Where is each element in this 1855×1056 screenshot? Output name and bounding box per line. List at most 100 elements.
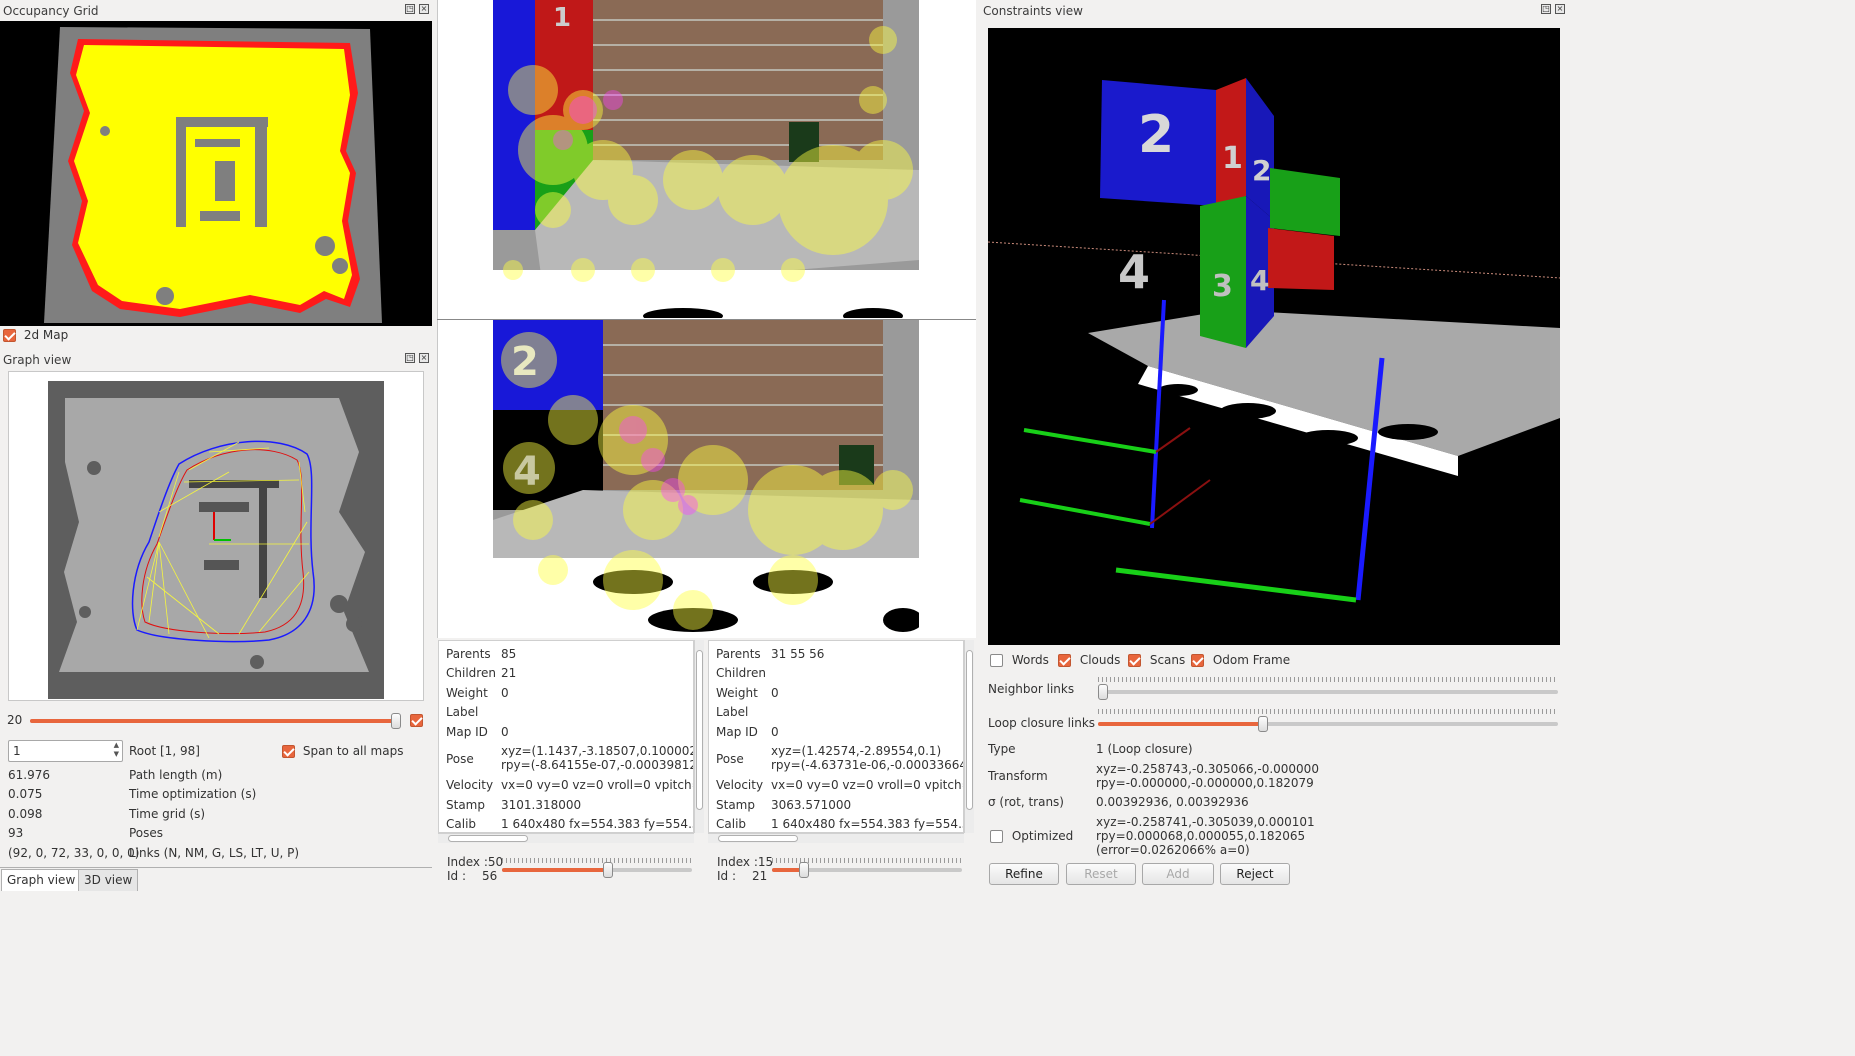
stat-value: 93 — [8, 826, 24, 840]
info-key: Calib — [446, 817, 477, 831]
scene-label: 4 — [1250, 264, 1269, 297]
check-clouds-row[interactable]: Clouds — [1058, 653, 1120, 667]
info-key: Map ID — [716, 725, 758, 739]
loop-closure-links-handle[interactable] — [1258, 716, 1268, 732]
scene-label: 2 — [511, 339, 539, 385]
constraints-3d-canvas[interactable]: 2 1 2 4 3 4 — [988, 28, 1560, 645]
info-value: vx=0 vy=0 vz=0 vroll=0 vpitch=0 v — [501, 778, 693, 792]
stat-value: (92, 0, 72, 33, 0, 0, 0) — [8, 846, 140, 860]
index-value-left: 50 — [487, 855, 504, 869]
float-icon[interactable]: ◳ — [405, 4, 415, 14]
close-icon[interactable]: × — [419, 4, 429, 14]
stat-value: 61.976 — [8, 768, 50, 782]
index-label-right: Index :15 — [717, 855, 774, 869]
occupancy-grid-canvas[interactable] — [0, 21, 432, 326]
neighbor-links-handle[interactable] — [1098, 684, 1108, 700]
map2d-checkbox[interactable] — [3, 329, 16, 342]
graph-spinbox-value: 1 — [13, 744, 21, 758]
words-label: Words — [1011, 653, 1049, 667]
pose-rpy: rpy=(-4.63731e-06,-0.000336644,- — [771, 758, 964, 772]
tab-graph-view[interactable]: Graph view — [1, 869, 82, 891]
constraints-view-title: Constraints view — [983, 4, 1083, 18]
odom-frame-checkbox[interactable] — [1191, 654, 1204, 667]
map2d-checkbox-row[interactable]: 2d Map — [3, 328, 68, 342]
info-key: Children — [716, 666, 766, 680]
span-all-maps-checkbox[interactable] — [282, 745, 295, 758]
image-bottom[interactable]: 2 4 — [493, 320, 919, 638]
scene-label: 4 — [513, 449, 541, 495]
float-icon[interactable]: ◳ — [405, 353, 415, 363]
image-top-scene: 1 — [493, 0, 919, 318]
span-all-maps-row[interactable]: Span to all maps — [282, 744, 403, 758]
info-value: vx=0 vy=0 vz=0 vroll=0 vpitch=0 v — [771, 778, 963, 792]
node-info-left[interactable]: Parents 85 Children 21 Weight 0 Label Ma… — [438, 640, 694, 833]
index-slider-right[interactable] — [772, 858, 962, 878]
reset-button[interactable]: Reset — [1066, 863, 1136, 885]
sigma-value: 0.00392936, 0.00392936 — [1096, 795, 1249, 809]
map2d-label: 2d Map — [23, 328, 69, 342]
optimized-row[interactable]: Optimized — [990, 829, 1073, 843]
info-value: 0 — [771, 725, 779, 739]
scene-label: 1 — [553, 3, 571, 33]
graph-dock-buttons: ◳ × — [405, 353, 429, 363]
refine-button[interactable]: Refine — [989, 863, 1059, 885]
info-left-hscroll[interactable] — [438, 833, 694, 843]
graph-slider-handle[interactable] — [391, 713, 401, 729]
graph-slider-checkbox[interactable] — [410, 713, 423, 727]
clouds-checkbox[interactable] — [1058, 654, 1071, 667]
close-icon[interactable]: × — [419, 353, 429, 363]
graph-slider[interactable] — [30, 713, 401, 729]
info-value: 85 — [501, 647, 517, 661]
image-bottom-scene: 2 4 — [493, 320, 919, 638]
spin-arrows-icon[interactable]: ▲ ▼ — [114, 741, 119, 759]
scene-label: 1 — [1222, 141, 1243, 176]
add-button[interactable]: Add — [1142, 863, 1214, 885]
info-value: 0 — [771, 686, 779, 700]
graph-slider-value: 20 — [7, 713, 23, 727]
root-label: Root [1, 98] — [129, 744, 200, 758]
graph-view-canvas[interactable] — [8, 371, 424, 701]
transform-label: Transform — [988, 769, 1048, 783]
info-right-hscroll[interactable] — [708, 833, 964, 843]
info-key: Label — [446, 705, 479, 719]
image-top[interactable]: 1 — [493, 0, 919, 318]
stat-label: Links (N, NM, G, LS, LT, U, P) — [129, 846, 300, 860]
info-key: Velocity — [716, 778, 764, 792]
info-value: 0 — [501, 725, 509, 739]
check-scans-row[interactable]: Scans — [1128, 653, 1185, 667]
float-icon[interactable]: ◳ — [1541, 4, 1551, 14]
optimized-checkbox[interactable] — [990, 830, 1003, 843]
node-info-right[interactable]: Parents 31 55 56 Children Weight 0 Label… — [708, 640, 964, 833]
check-odom-row[interactable]: Odom Frame — [1191, 653, 1290, 667]
opt-error: (error=0.0262066% a=0) — [1096, 843, 1250, 857]
stat-value: 0.075 — [8, 787, 43, 801]
info-key: Stamp — [716, 798, 755, 812]
index-slider-left[interactable] — [502, 858, 692, 878]
constraints-scene: 2 1 2 4 3 4 — [988, 78, 1560, 603]
occupancy-dock-buttons: ◳ × — [405, 4, 429, 14]
words-checkbox[interactable] — [990, 654, 1003, 667]
reject-button[interactable]: Reject — [1220, 863, 1290, 885]
info-key: Label — [716, 705, 749, 719]
close-icon[interactable]: × — [1555, 4, 1565, 14]
index-slider-right-handle[interactable] — [799, 862, 809, 878]
info-value: 1 640x480 fx=554.383 fy=554.383 — [771, 817, 964, 831]
info-left-vscroll[interactable] — [694, 640, 704, 833]
loop-closure-links-slider[interactable] — [1098, 709, 1558, 732]
index-value-right: 15 — [757, 855, 774, 869]
scene-label: 2 — [1138, 105, 1174, 165]
index-slider-left-handle[interactable] — [603, 862, 613, 878]
info-key: Calib — [716, 817, 747, 831]
id-label-left: Id :56 — [447, 869, 498, 883]
info-key: Map ID — [446, 725, 488, 739]
occupancy-map — [44, 27, 382, 323]
neighbor-links-slider[interactable] — [1098, 677, 1558, 700]
graph-spinbox[interactable]: 1 ▲ ▼ — [8, 740, 123, 762]
scans-checkbox[interactable] — [1128, 654, 1141, 667]
stat-label: Path length (m) — [129, 768, 223, 782]
check-words-row[interactable]: Words — [990, 653, 1049, 667]
graph-map — [48, 381, 384, 699]
info-right-vscroll[interactable] — [964, 640, 974, 833]
tab-3d-view[interactable]: 3D view — [78, 869, 139, 891]
info-value: 21 — [501, 666, 517, 680]
